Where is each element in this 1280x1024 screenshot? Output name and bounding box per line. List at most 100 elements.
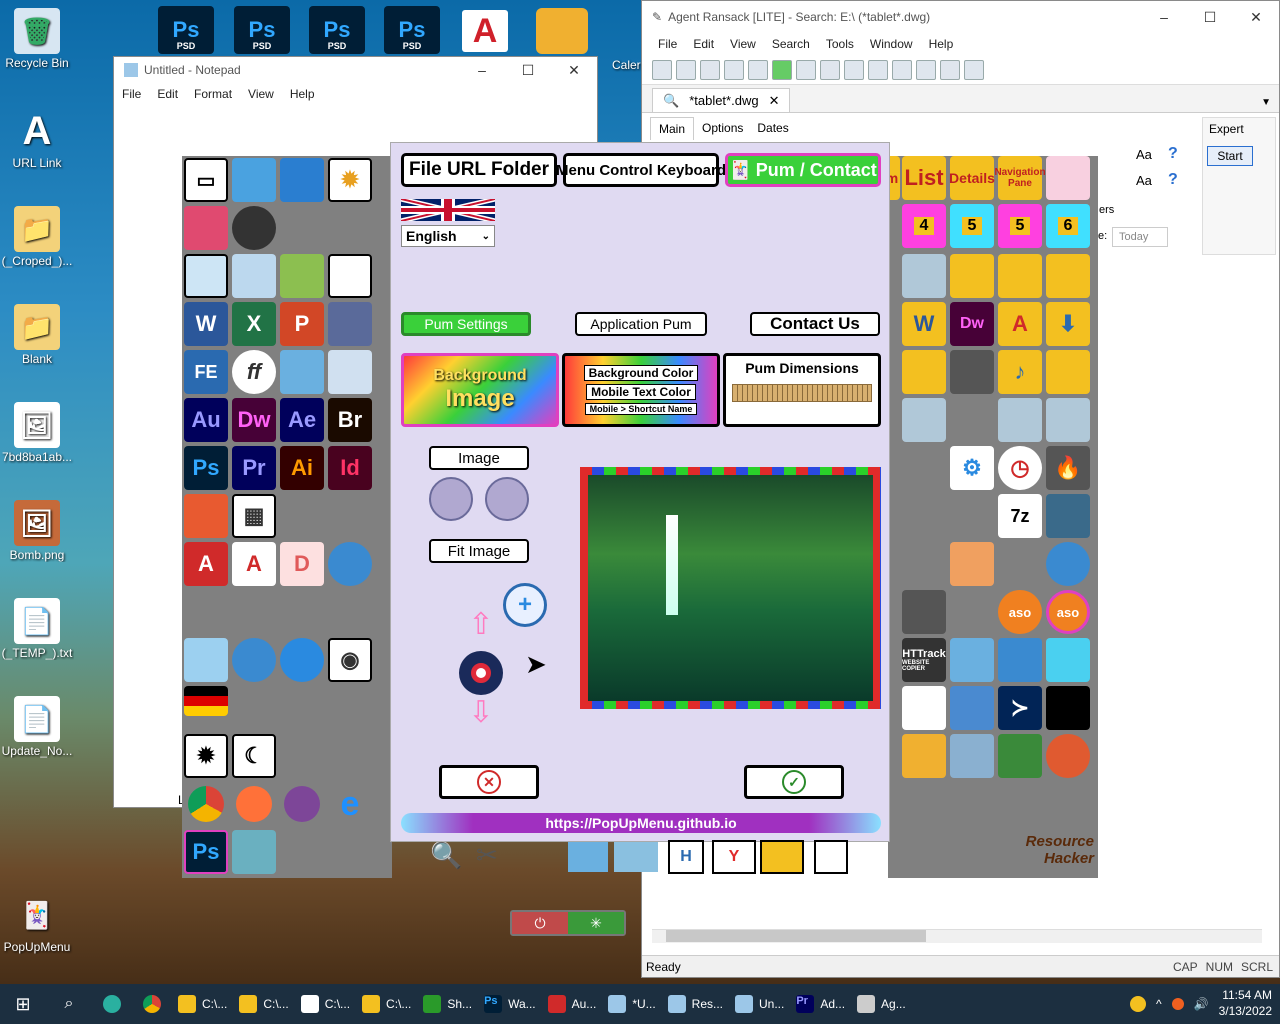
cubes-bottom-icon[interactable] bbox=[568, 842, 608, 872]
application-pum-button[interactable]: Application Pum bbox=[575, 312, 707, 336]
photoshop-bottom-icon[interactable]: Ps bbox=[184, 830, 228, 874]
columns-icon[interactable] bbox=[868, 59, 888, 80]
volume-icon[interactable]: 🔊 bbox=[1194, 997, 1209, 1011]
folder-webcam-icon[interactable] bbox=[902, 350, 946, 394]
arrow-up-icon[interactable]: ⇧ bbox=[467, 607, 495, 647]
start-button[interactable]: Start bbox=[1207, 146, 1253, 166]
navigation-pane-icon[interactable]: Navigation Pane bbox=[994, 156, 1046, 200]
help-icon[interactable]: ? bbox=[1168, 171, 1178, 189]
number-4-icon[interactable]: 4 bbox=[902, 204, 946, 248]
globe-cd-icon[interactable] bbox=[1046, 542, 1090, 586]
pum-dimensions-tile[interactable]: Pum Dimensions bbox=[723, 353, 881, 427]
illustrator-icon[interactable]: Ai bbox=[280, 446, 324, 490]
photoshop-psd-icon[interactable]: Ps PSD bbox=[309, 6, 365, 54]
tab-dates[interactable]: Dates bbox=[751, 117, 794, 140]
photoshop-psd-icon[interactable]: Ps PSD bbox=[158, 6, 214, 54]
firefox-icon[interactable] bbox=[232, 782, 276, 826]
menu-view[interactable]: View bbox=[722, 37, 764, 51]
update-notes-icon[interactable]: 📄 Update_No... bbox=[0, 696, 74, 758]
powerpoint-icon[interactable]: P bbox=[280, 302, 324, 346]
menu-help[interactable]: Help bbox=[921, 37, 962, 51]
bridge-icon[interactable]: Br bbox=[328, 398, 372, 442]
film-icon[interactable]: ◉ bbox=[328, 638, 372, 682]
chevron-down-icon[interactable]: ▼ bbox=[1261, 97, 1271, 108]
number-6-icon[interactable]: 6 bbox=[1046, 204, 1090, 248]
background-color-tile[interactable]: Background Color Mobile Text Color Mobil… bbox=[562, 353, 720, 427]
zoom-in-icon[interactable]: + bbox=[503, 583, 547, 627]
thermometer-icon[interactable] bbox=[950, 542, 994, 586]
fit-image-button[interactable]: Fit Image bbox=[429, 539, 529, 563]
paint-icon[interactable] bbox=[328, 350, 372, 394]
open-icon[interactable] bbox=[700, 59, 720, 80]
cube-icon[interactable] bbox=[280, 350, 324, 394]
drive-arrow-2-icon[interactable] bbox=[998, 398, 1042, 442]
image-file-icon[interactable]: 🖼 7bd8ba1ab... bbox=[0, 402, 74, 464]
clock-icon[interactable]: ◷ bbox=[998, 446, 1042, 490]
ship-icon[interactable] bbox=[328, 302, 372, 346]
folder-download-icon[interactable]: ⬇ bbox=[1046, 302, 1090, 346]
powershell-icon[interactable]: ≻ bbox=[998, 686, 1042, 730]
fe-icon[interactable]: FE bbox=[184, 350, 228, 394]
settings-display-icon[interactable]: ⚙ bbox=[950, 446, 994, 490]
grid-app-icon[interactable] bbox=[950, 686, 994, 730]
tree-icon[interactable] bbox=[998, 734, 1042, 778]
layout-icon[interactable] bbox=[844, 59, 864, 80]
list-view-icon[interactable]: List bbox=[902, 156, 946, 200]
aso-selected-icon[interactable]: aso bbox=[1046, 590, 1090, 634]
menu-edit[interactable]: Edit bbox=[149, 87, 186, 101]
menu-edit[interactable]: Edit bbox=[685, 37, 722, 51]
folder-save-red-icon[interactable] bbox=[998, 254, 1042, 298]
terminal-icon[interactable] bbox=[1046, 686, 1090, 730]
premiere-icon[interactable]: Pr bbox=[232, 446, 276, 490]
tab-main[interactable]: Main bbox=[650, 117, 695, 140]
horizontal-scrollbar[interactable] bbox=[652, 929, 1262, 943]
cancel-button[interactable]: ✕ bbox=[439, 765, 539, 799]
fire-icon[interactable]: 🔥 bbox=[1046, 446, 1090, 490]
taskbar-photoshop[interactable]: Ps Wa... bbox=[478, 984, 542, 1024]
browser-icon[interactable] bbox=[232, 638, 276, 682]
menu-help[interactable]: Help bbox=[282, 87, 323, 101]
cubes-icon[interactable] bbox=[950, 638, 994, 682]
notepad-icon[interactable] bbox=[184, 254, 228, 298]
audition-icon[interactable]: Au bbox=[184, 398, 228, 442]
design-d-icon[interactable]: D bbox=[280, 542, 324, 586]
hard-hat-icon[interactable] bbox=[536, 8, 588, 54]
tools-icon[interactable] bbox=[964, 59, 984, 80]
calculator-icon[interactable]: ▦ bbox=[232, 494, 276, 538]
arrow-down-icon[interactable]: ⇩ bbox=[467, 695, 495, 735]
website-link[interactable]: https://PopUpMenu.github.io bbox=[401, 813, 881, 833]
taskbar-untitled[interactable]: Un... bbox=[729, 984, 790, 1024]
stripes-icon[interactable] bbox=[184, 494, 228, 538]
display-search-icon[interactable] bbox=[232, 158, 276, 202]
temp-txt-icon[interactable]: 📄 (_TEMP_).txt bbox=[0, 598, 74, 660]
taskbar-sharex[interactable]: Sh... bbox=[417, 984, 478, 1024]
autocad-icon[interactable]: A bbox=[462, 10, 508, 52]
indesign-icon[interactable]: Id bbox=[328, 446, 372, 490]
taskbar-explorer-3[interactable]: C:\... bbox=[295, 984, 356, 1024]
weather-icon[interactable] bbox=[1130, 996, 1147, 1012]
tab-file-url-folder[interactable]: File URL Folder bbox=[401, 153, 557, 187]
new-icon[interactable] bbox=[652, 59, 672, 80]
german-flag-icon[interactable] bbox=[184, 686, 228, 716]
folder-word-icon[interactable]: W bbox=[902, 302, 946, 346]
ok-button[interactable]: ✓ bbox=[744, 765, 844, 799]
photoshop-psd-icon[interactable]: Ps PSD bbox=[384, 6, 440, 54]
aso-icon[interactable]: aso bbox=[998, 590, 1042, 634]
dreamweaver-icon[interactable]: Dw bbox=[232, 398, 276, 442]
httrack-icon[interactable]: HTTrack WEBSITE COPIER bbox=[902, 638, 946, 682]
excel-icon[interactable]: X bbox=[232, 302, 276, 346]
doll-icon[interactable] bbox=[1046, 156, 1090, 200]
rotate-left-icon[interactable] bbox=[429, 477, 473, 521]
autocad-lt-icon[interactable]: A bbox=[232, 542, 276, 586]
image-viewer-icon[interactable] bbox=[184, 638, 228, 682]
drive-refresh-icon[interactable] bbox=[902, 254, 946, 298]
fontforge-icon[interactable]: ff bbox=[232, 350, 276, 394]
taskbar-premiere[interactable]: Pr Ad... bbox=[790, 984, 851, 1024]
script-icon[interactable] bbox=[280, 254, 324, 298]
after-effects-icon[interactable]: Ae bbox=[280, 398, 324, 442]
tab-pum-contact[interactable]: 🃏 Pum / Contact bbox=[725, 153, 881, 187]
folder-music-icon[interactable]: ♪ bbox=[998, 350, 1042, 394]
aperture-icon[interactable]: ✹ bbox=[328, 158, 372, 202]
folder-speaker-icon[interactable] bbox=[1046, 350, 1090, 394]
rotate-right-icon[interactable] bbox=[485, 477, 529, 521]
